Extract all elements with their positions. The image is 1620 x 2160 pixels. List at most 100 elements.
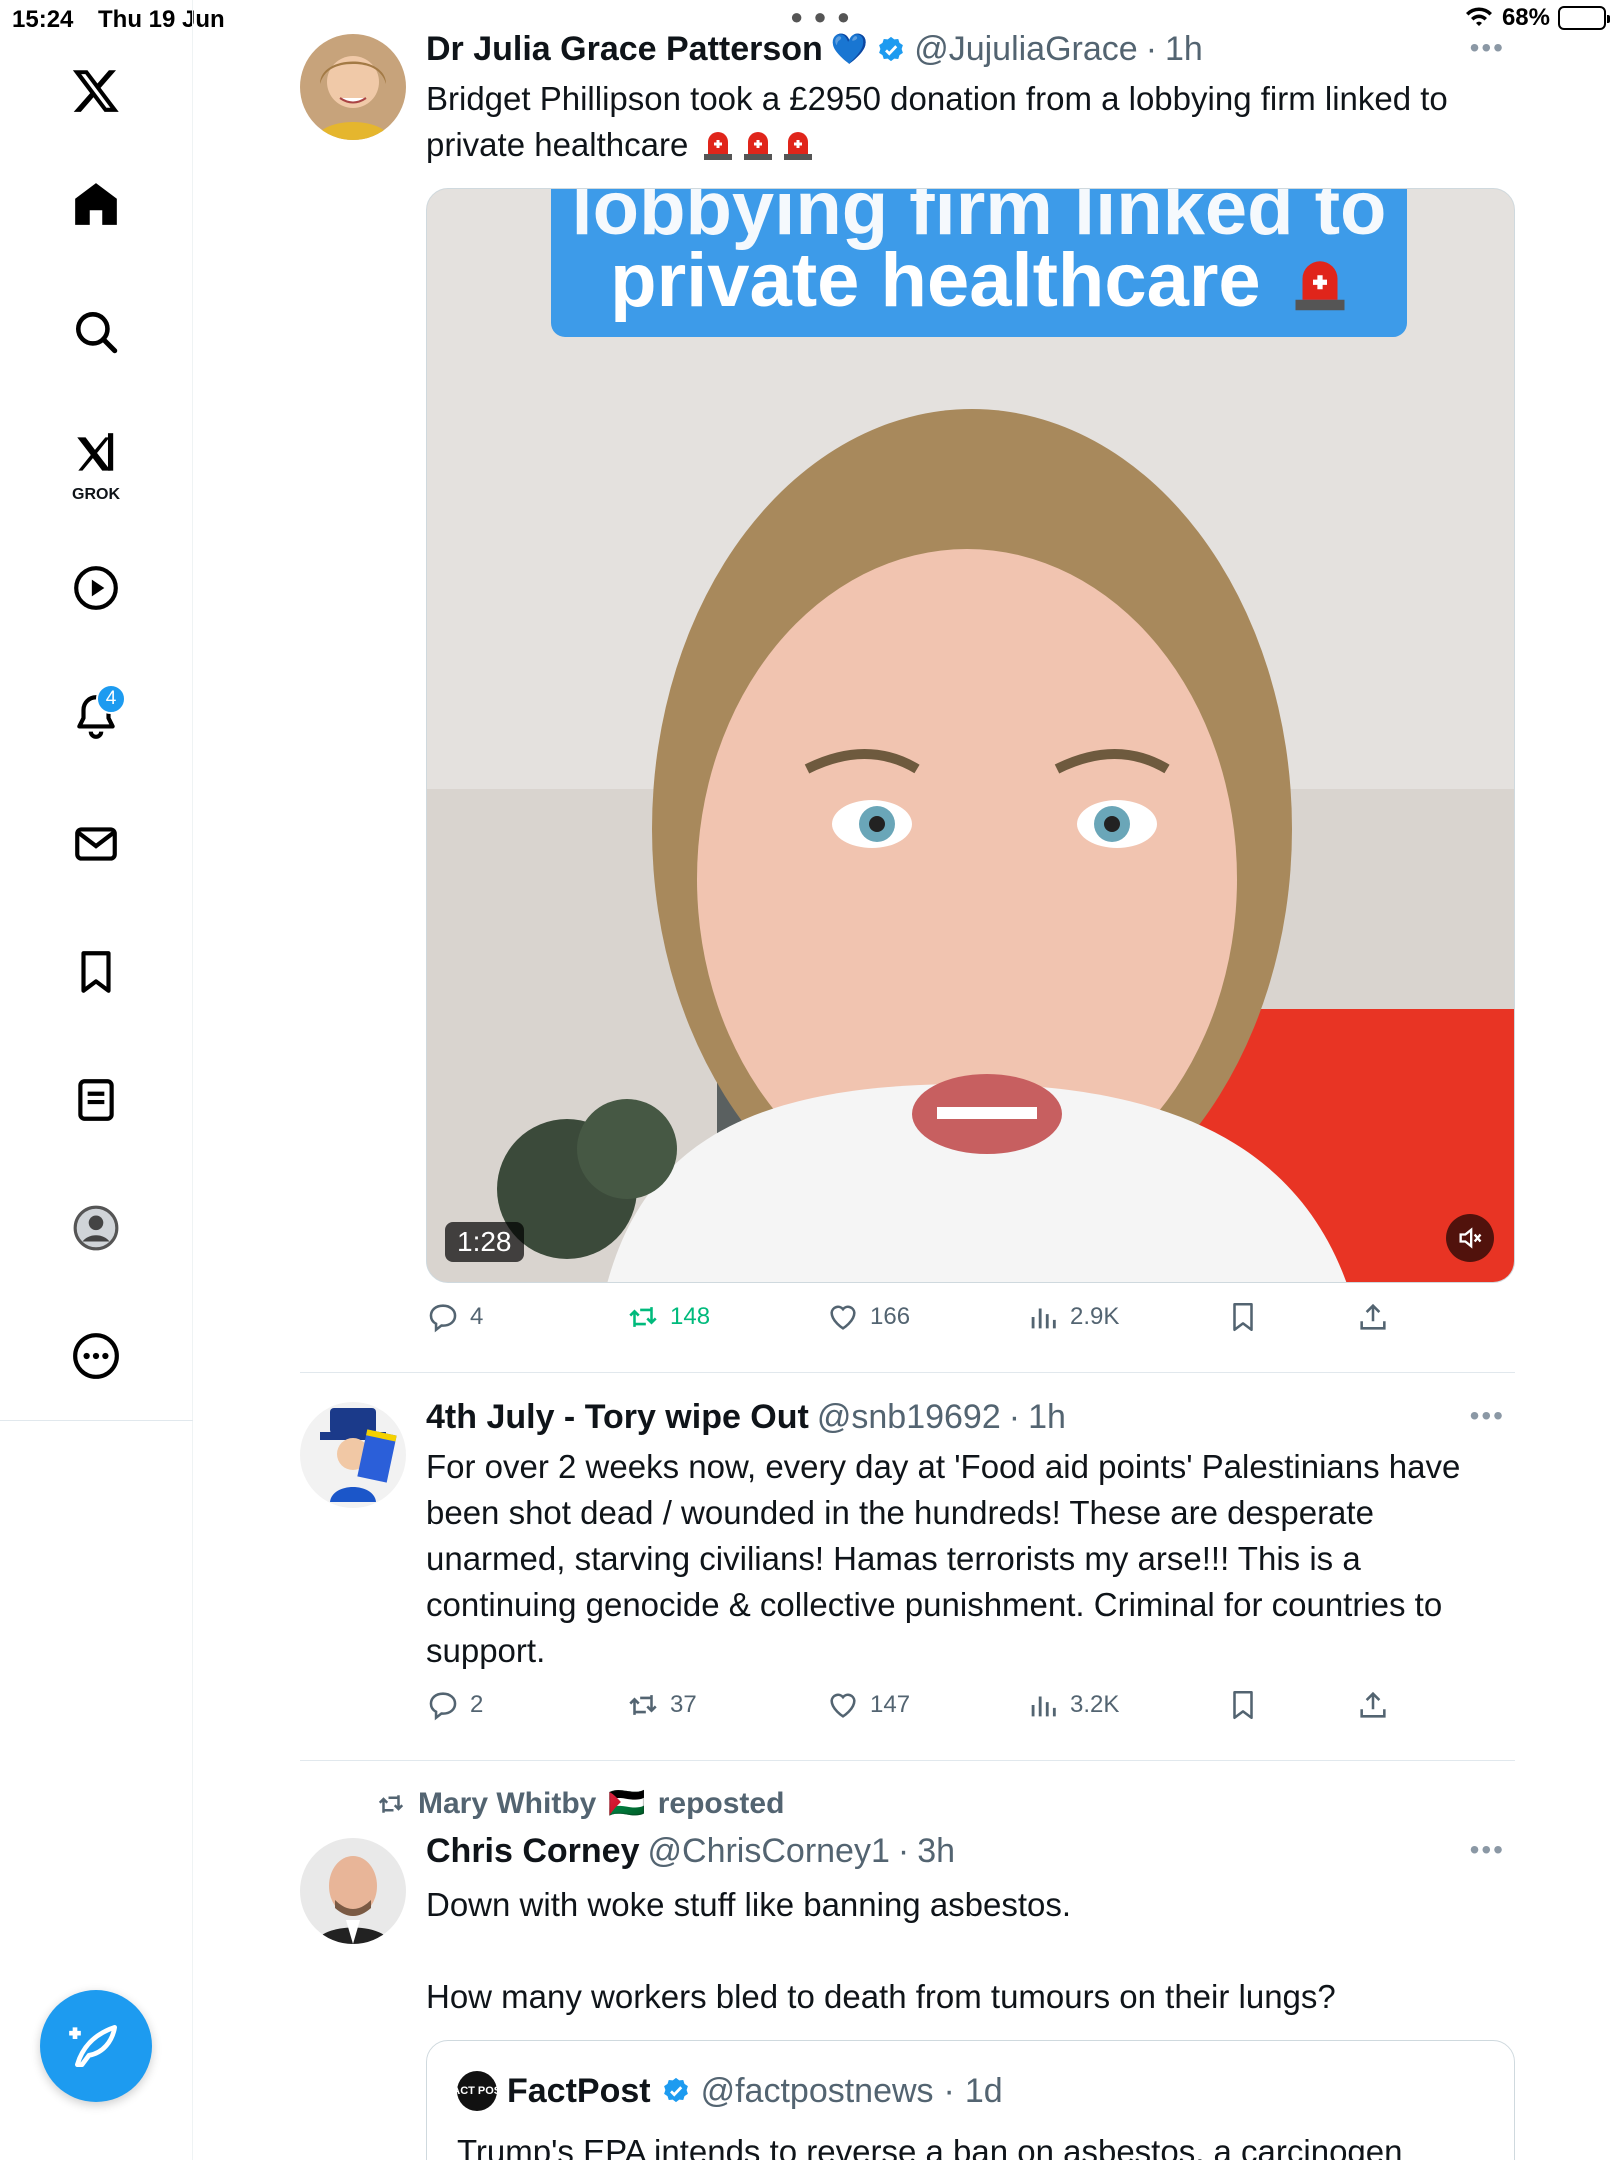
avatar[interactable] bbox=[300, 34, 406, 140]
multitasking-dots-icon[interactable]: ● ● ● bbox=[790, 4, 852, 30]
tweet-actions: 4 148 166 2.9K bbox=[426, 1300, 1516, 1350]
author-handle[interactable]: @ChrisCorney1 bbox=[648, 1832, 890, 1871]
tweet-time[interactable]: 3h bbox=[917, 1832, 955, 1871]
quoted-author-name[interactable]: FactPost bbox=[507, 2072, 651, 2111]
quoted-tweet-time: 1d bbox=[964, 2071, 1003, 2110]
video-player[interactable]: lobbying firm linked to private healthca… bbox=[426, 188, 1515, 1283]
views-button[interactable]: 3.2K bbox=[1026, 1688, 1119, 1722]
battery-icon bbox=[1558, 6, 1610, 30]
notifications-bell-icon[interactable]: 4 bbox=[56, 676, 136, 756]
tweet-text-line1: Bridget Phillipson took a £2950 donation… bbox=[426, 80, 1448, 117]
reposted-by-line: Mary Whitby 🇵🇸 reposted bbox=[376, 1786, 784, 1821]
like-count: 166 bbox=[870, 1303, 911, 1330]
tweet-text: Down with woke stuff like banning asbest… bbox=[426, 1882, 1506, 2020]
notifications-badge: 4 bbox=[96, 684, 126, 714]
quoted-avatar: FACT POST bbox=[446, 2071, 508, 2111]
avatar[interactable] bbox=[300, 1838, 406, 1944]
video-play-icon[interactable] bbox=[56, 548, 136, 628]
sidebar: GROK 4 bbox=[0, 0, 193, 2160]
share-button[interactable] bbox=[1356, 1300, 1390, 1334]
tweet-actions: 2 37 147 3.2K bbox=[426, 1688, 1516, 1738]
home-icon[interactable] bbox=[56, 164, 136, 244]
bookmarks-icon[interactable] bbox=[56, 932, 136, 1012]
video-caption-banner: lobbying firm linked to private healthca… bbox=[551, 189, 1407, 337]
tweet-text-paragraph: Down with woke stuff like banning asbest… bbox=[426, 1886, 1072, 1923]
author-handle[interactable]: @snb19692 bbox=[817, 1398, 1001, 1437]
repost-button[interactable]: 148 bbox=[626, 1300, 710, 1334]
tweet-text: For over 2 weeks now, every day at 'Food… bbox=[426, 1448, 1461, 1669]
author-name-emoji: 💙 bbox=[830, 33, 869, 66]
tweet-text: Bridget Phillipson took a £2950 donation… bbox=[426, 76, 1506, 168]
views-chart-icon bbox=[1031, 1696, 1056, 1717]
compose-feather-icon bbox=[69, 2025, 117, 2067]
share-button[interactable] bbox=[1356, 1688, 1390, 1722]
like-count: 147 bbox=[870, 1691, 911, 1718]
tweet-time[interactable]: 1h bbox=[1028, 1398, 1066, 1437]
siren-emoji-icon bbox=[783, 132, 812, 160]
bookmark-icon bbox=[1233, 1690, 1253, 1720]
battery-percent: 68% bbox=[1501, 4, 1550, 31]
views-count: 2.9K bbox=[1070, 1303, 1120, 1330]
search-icon[interactable] bbox=[56, 292, 136, 372]
more-options-icon[interactable]: ••• bbox=[1470, 1834, 1505, 1866]
verified-badge-icon bbox=[663, 2077, 688, 2103]
reply-count: 2 bbox=[470, 1691, 484, 1718]
siren-emoji-icon bbox=[703, 132, 732, 160]
messages-mail-icon[interactable] bbox=[56, 804, 136, 884]
reposted-by-name[interactable]: Mary Whitby bbox=[418, 1787, 596, 1821]
share-icon bbox=[1360, 1303, 1386, 1330]
bookmark-button[interactable] bbox=[1226, 1300, 1260, 1334]
heart-icon bbox=[830, 1305, 856, 1330]
siren-emoji-icon bbox=[743, 132, 772, 160]
quoted-author-handle[interactable]: @factpostnews bbox=[701, 2072, 934, 2111]
lists-icon[interactable] bbox=[56, 1060, 136, 1140]
quoted-tweet-header: FACT POST FactPost @factpostnews · 1d bbox=[446, 2071, 1003, 2111]
video-caption-line2-text: private healthcare bbox=[610, 238, 1261, 323]
compose-button[interactable] bbox=[40, 1990, 152, 2102]
siren-emoji-icon bbox=[1295, 261, 1345, 311]
profile-icon[interactable] bbox=[56, 1188, 136, 1268]
like-button[interactable]: 147 bbox=[826, 1688, 910, 1722]
like-button[interactable]: 166 bbox=[826, 1300, 910, 1334]
tweet-divider bbox=[300, 1760, 1515, 1761]
sidebar-separator bbox=[0, 1420, 193, 1421]
wifi-icon bbox=[1465, 7, 1492, 26]
verified-badge-icon bbox=[879, 36, 904, 61]
repost-icon bbox=[629, 1307, 657, 1327]
author-name[interactable]: Dr Julia Grace Patterson bbox=[426, 30, 823, 69]
separator-dot: · bbox=[1145, 30, 1158, 68]
separator-dot: · bbox=[897, 1832, 910, 1870]
repost-count: 37 bbox=[670, 1691, 697, 1718]
views-count: 3.2K bbox=[1070, 1691, 1120, 1718]
repost-icon bbox=[629, 1695, 657, 1715]
reply-button[interactable]: 2 bbox=[426, 1688, 483, 1722]
x-logo-icon[interactable] bbox=[56, 50, 136, 130]
tweet-header: Chris Corney @ChrisCorney1 · 3h bbox=[426, 1832, 955, 1871]
grok-icon[interactable]: GROK bbox=[56, 420, 136, 506]
grok-label: GROK bbox=[72, 486, 120, 503]
reposted-by-flag: 🇵🇸 bbox=[608, 1787, 646, 1820]
mute-toggle[interactable] bbox=[1446, 1214, 1494, 1262]
tweet-divider bbox=[300, 1372, 1515, 1373]
quoted-tweet-text: Trump's EPA intends to reverse a ban on … bbox=[457, 2133, 1403, 2160]
tweet-time[interactable]: 1h bbox=[1165, 30, 1203, 69]
bookmark-button[interactable] bbox=[1226, 1688, 1260, 1722]
more-options-icon[interactable]: ••• bbox=[1470, 32, 1505, 64]
views-button[interactable]: 2.9K bbox=[1026, 1300, 1119, 1334]
tweet-header: Dr Julia Grace Patterson 💙 @JujuliaGrace… bbox=[426, 30, 1203, 69]
reply-button[interactable]: 4 bbox=[426, 1300, 483, 1334]
repost-count: 148 bbox=[670, 1303, 711, 1330]
more-icon[interactable] bbox=[56, 1316, 136, 1396]
author-name[interactable]: 4th July - Tory wipe Out bbox=[426, 1398, 809, 1437]
views-chart-icon bbox=[1031, 1308, 1056, 1329]
author-name[interactable]: Chris Corney bbox=[426, 1832, 640, 1871]
more-options-icon[interactable]: ••• bbox=[1470, 1400, 1505, 1432]
avatar[interactable] bbox=[300, 1402, 406, 1508]
author-handle[interactable]: @JujuliaGrace bbox=[914, 30, 1138, 69]
tweet-text-paragraph: How many workers bled to death from tumo… bbox=[426, 1978, 1336, 2015]
tweet-text-line2: private healthcare bbox=[426, 126, 689, 163]
repost-button[interactable]: 37 bbox=[626, 1688, 697, 1722]
share-icon bbox=[1360, 1691, 1386, 1718]
video-duration: 1:28 bbox=[445, 1222, 524, 1262]
quoted-tweet[interactable]: FACT POST FactPost @factpostnews · 1d Tr… bbox=[426, 2040, 1515, 2160]
